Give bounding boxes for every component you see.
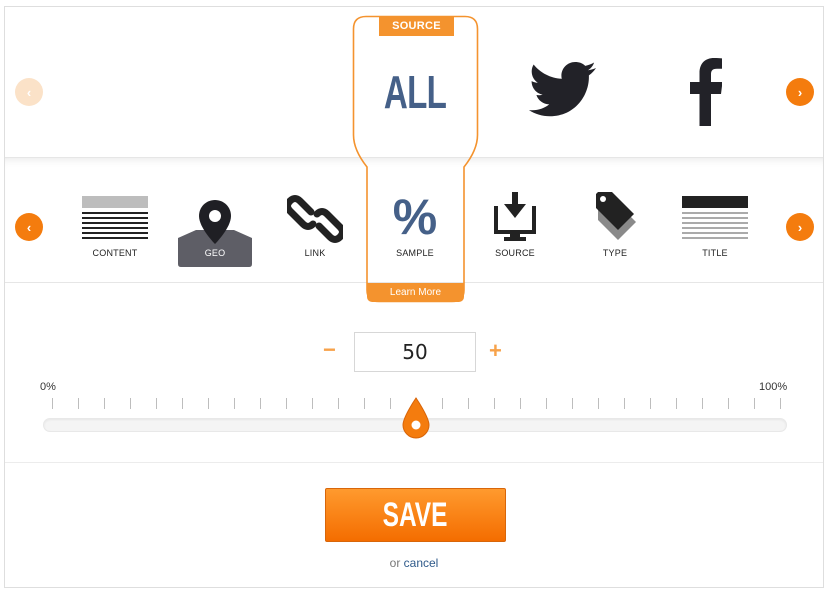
cancel-line: or cancel xyxy=(0,556,828,570)
slider-tick xyxy=(286,398,287,409)
slider-tick xyxy=(156,398,157,409)
slider-tick xyxy=(78,398,79,409)
type-sample[interactable]: % SAMPLE xyxy=(370,182,460,268)
increment-button[interactable]: + xyxy=(489,338,502,364)
slider-tick xyxy=(130,398,131,409)
chain-link-icon xyxy=(287,195,343,243)
or-text: or xyxy=(389,556,401,570)
slider-tick xyxy=(598,398,599,409)
cancel-link[interactable]: cancel xyxy=(404,556,439,570)
title-lines-icon xyxy=(682,196,748,239)
slider-tick xyxy=(182,398,183,409)
slider-tick xyxy=(572,398,573,409)
slider-min-label: 0% xyxy=(40,381,56,393)
twitter-bird-icon xyxy=(528,62,596,117)
slider-tick xyxy=(104,398,105,409)
slider-tick xyxy=(52,398,53,409)
type-label: TITLE xyxy=(702,248,728,258)
slider-tick xyxy=(520,398,521,409)
slider-tick xyxy=(650,398,651,409)
slider-tick xyxy=(468,398,469,409)
decrement-button[interactable]: − xyxy=(323,337,336,363)
source-facebook[interactable] xyxy=(686,57,726,127)
slider-tick xyxy=(754,398,755,409)
type-link[interactable]: LINK xyxy=(270,182,360,268)
type-content[interactable]: CONTENT xyxy=(70,182,160,268)
type-source[interactable]: SOURCE xyxy=(470,182,560,268)
slider-thumb[interactable] xyxy=(402,397,430,439)
type-label: TYPE xyxy=(602,248,628,258)
slider-tick xyxy=(260,398,261,409)
type-prev-button[interactable]: ‹ xyxy=(15,213,43,241)
slider-tick xyxy=(390,398,391,409)
source-badge: SOURCE xyxy=(379,16,454,36)
slider-tick xyxy=(234,398,235,409)
save-button[interactable]: SAVE xyxy=(325,488,506,542)
type-label: GEO xyxy=(204,248,226,258)
facebook-f-icon xyxy=(690,58,722,126)
tag-icon xyxy=(596,192,636,240)
slider-tick xyxy=(546,398,547,409)
type-label: SOURCE xyxy=(495,248,535,258)
slider-tick xyxy=(676,398,677,409)
slider-tick xyxy=(494,398,495,409)
content-lines-icon xyxy=(82,196,148,239)
slider-tick xyxy=(208,398,209,409)
slider-tick xyxy=(364,398,365,409)
slider-tick xyxy=(312,398,313,409)
type-label: CONTENT xyxy=(92,248,138,258)
source-prev-button[interactable]: ‹ xyxy=(15,78,43,106)
save-label: SAVE xyxy=(383,495,448,534)
source-next-button[interactable]: › xyxy=(786,78,814,106)
source-all[interactable]: ALL xyxy=(384,62,447,122)
type-title[interactable]: TITLE xyxy=(670,182,760,268)
percent-icon: % xyxy=(392,189,438,245)
slider-max-label: 100% xyxy=(759,381,788,393)
type-type[interactable]: TYPE xyxy=(570,182,660,268)
chevron-right-icon: › xyxy=(797,219,803,235)
type-label: SAMPLE xyxy=(396,248,434,258)
type-label: LINK xyxy=(304,248,326,258)
type-next-button[interactable]: › xyxy=(786,213,814,241)
chevron-left-icon: ‹ xyxy=(26,84,32,100)
slider-tick xyxy=(728,398,729,409)
source-twitter[interactable] xyxy=(525,60,599,124)
sample-value-input[interactable] xyxy=(354,332,476,372)
slider-tick xyxy=(780,398,781,409)
slider-tick xyxy=(702,398,703,409)
slider-tick xyxy=(442,398,443,409)
chevron-right-icon: › xyxy=(797,84,803,100)
chevron-left-icon: ‹ xyxy=(26,219,32,235)
divider xyxy=(5,462,823,463)
download-monitor-icon xyxy=(494,192,536,241)
type-geo[interactable]: GEO xyxy=(170,182,260,268)
slider-tick xyxy=(624,398,625,409)
learn-more-link[interactable]: Learn More xyxy=(367,283,464,302)
slider-tick xyxy=(338,398,339,409)
